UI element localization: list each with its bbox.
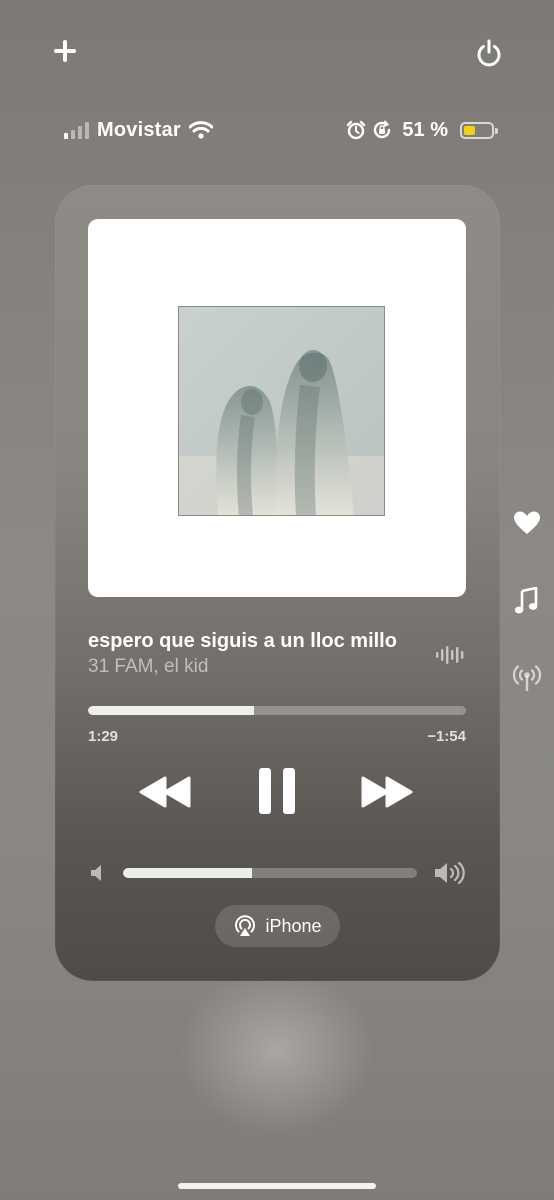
orientation-lock-icon [374,120,391,139]
volume-slider[interactable] [123,868,417,878]
album-artwork-image [178,306,385,516]
airplay-route-button[interactable]: iPhone [215,905,340,947]
plus-icon[interactable] [52,38,78,64]
music-note-icon[interactable] [514,587,538,615]
audio-waveform-icon[interactable] [435,644,467,666]
track-title[interactable]: espero que siguis a un lloc millo [88,630,422,653]
volume-high-icon [435,861,465,885]
elapsed-time: 1:29 [88,728,119,745]
signal-icon [64,121,89,139]
rewind-button[interactable] [138,774,192,810]
battery-percentage: 51 % [402,118,448,141]
volume-low-icon [91,865,101,881]
wifi-icon [188,121,213,139]
alarm-icon [347,120,366,140]
playback-progress-fill [88,706,255,715]
battery-icon [460,121,498,139]
heart-icon[interactable] [513,510,541,536]
remaining-time: −1:54 [427,728,466,745]
track-artist[interactable]: 31 FAM, el kid [88,656,422,678]
pause-button[interactable] [257,766,297,816]
status-bar: Movistar 51 % [64,116,498,144]
volume-slider-fill [123,868,253,878]
power-icon[interactable] [474,38,504,68]
playback-progress-bar[interactable] [88,706,466,715]
carrier-name: Movistar [97,118,181,141]
fast-forward-button[interactable] [360,774,414,810]
airplay-icon [235,915,256,936]
airplay-route-label: iPhone [265,915,322,936]
home-indicator[interactable] [178,1183,376,1189]
broadcast-icon[interactable] [512,664,542,692]
battery-level-fill [464,125,476,135]
